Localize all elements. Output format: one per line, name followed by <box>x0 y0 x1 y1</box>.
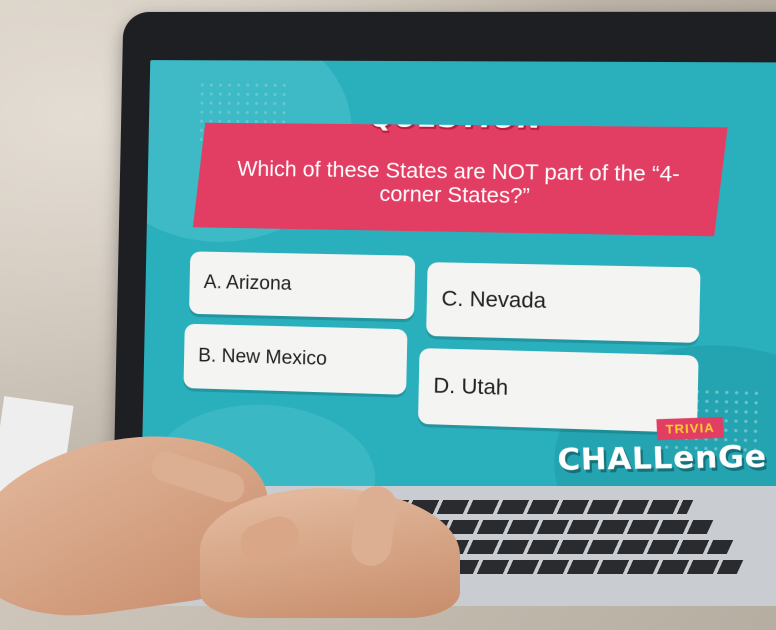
logo-challenge-word: CHALLenGe <box>556 438 767 478</box>
answer-option-a[interactable]: A. Arizona <box>189 251 416 320</box>
right-hand <box>200 488 460 618</box>
logo-trivia-tag: TRIVIA <box>656 416 724 441</box>
answer-option-c[interactable]: C. Nevada <box>426 262 701 343</box>
answer-option-b[interactable]: B. New Mexico <box>183 323 408 395</box>
question-text: Which of these States are NOT part of th… <box>237 157 681 209</box>
question-banner: QUESTION Which of these States are NOT p… <box>193 123 728 237</box>
